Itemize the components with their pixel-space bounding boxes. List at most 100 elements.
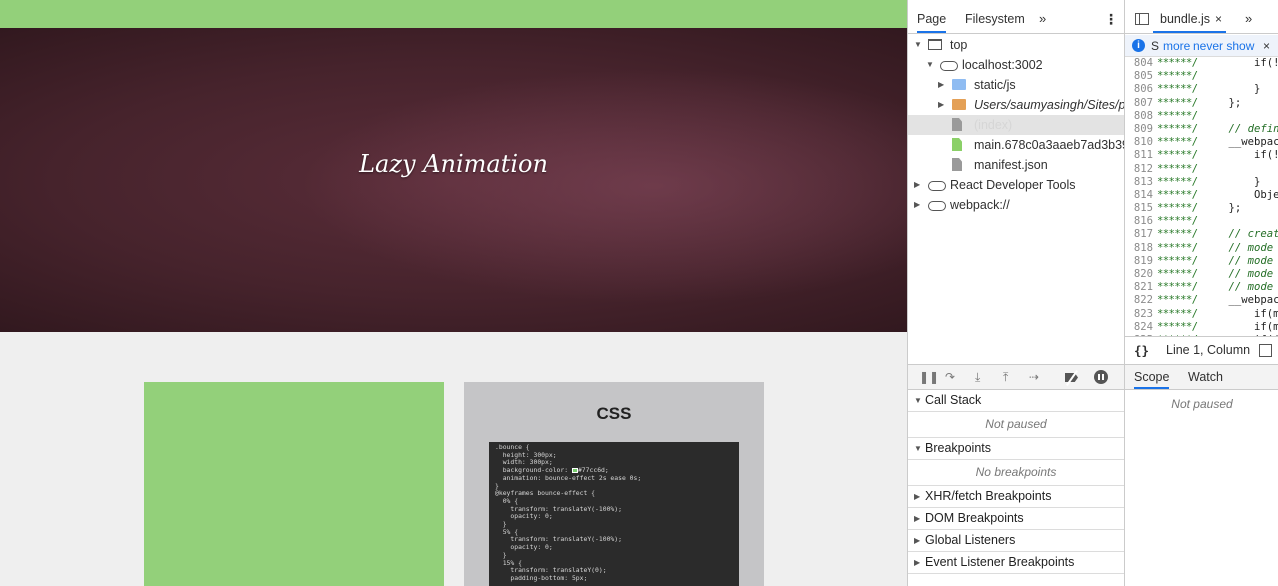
line-number[interactable]: 824 <box>1125 321 1153 334</box>
code-line[interactable]: 824 ******/ if(m <box>1125 321 1278 334</box>
step-icon[interactable]: ⇢ <box>1029 370 1039 384</box>
deactivate-breakpoints-icon[interactable] <box>1063 371 1081 384</box>
tab-page[interactable]: Page <box>917 6 947 33</box>
tab-watch[interactable]: Watch <box>1188 365 1223 389</box>
line-number[interactable]: 810 <box>1125 136 1153 149</box>
expand-right-icon[interactable]: ▶ <box>938 75 944 95</box>
line-number[interactable]: 816 <box>1125 215 1153 228</box>
tree-item[interactable]: ▼ localhost:3002 <box>908 55 1124 75</box>
code-line[interactable]: 813 ******/ } <box>1125 176 1278 189</box>
code-line[interactable]: 820 ******/ // mode <box>1125 268 1278 281</box>
infobar-more-link[interactable]: more <box>1163 35 1190 56</box>
tab-bundle-js[interactable]: bundle.js × <box>1153 6 1227 33</box>
expand-down-icon: ▼ <box>914 444 922 453</box>
line-number[interactable]: 819 <box>1125 255 1153 268</box>
code-line[interactable]: 809 ******/ // defin <box>1125 123 1278 136</box>
line-number[interactable]: 811 <box>1125 149 1153 162</box>
css-code-snippet: .bounce { height: 300px; width: 300px; b… <box>489 442 739 586</box>
code-line[interactable]: 807 ******/ }; <box>1125 97 1278 110</box>
sidebar-toggle-icon[interactable] <box>1135 13 1149 25</box>
code-line[interactable]: 804 ******/ if(! <box>1125 57 1278 70</box>
expand-down-icon[interactable]: ▼ <box>926 55 934 75</box>
pause-icon[interactable]: ❚❚ <box>919 370 939 384</box>
tree-item[interactable]: ▶ webpack:// <box>908 195 1124 215</box>
pause-on-exceptions-icon[interactable] <box>1094 370 1108 384</box>
code-line[interactable]: 812 ******/ <box>1125 163 1278 176</box>
tree-item[interactable]: main.678c0a3aaeb7ad3b394 <box>908 135 1124 155</box>
hero-title: Lazy Animation <box>359 150 548 178</box>
section-label: Global Listeners <box>925 533 1016 547</box>
code-line-prefix: ******/ <box>1157 294 1198 307</box>
line-number[interactable]: 813 <box>1125 176 1153 189</box>
expand-right-icon[interactable]: ▶ <box>914 175 920 195</box>
line-number[interactable]: 804 <box>1125 57 1153 70</box>
code-line[interactable]: 815 ******/ }; <box>1125 202 1278 215</box>
section-header[interactable]: ▶ Global Listeners <box>908 530 1124 552</box>
section-header[interactable]: ▼ Breakpoints <box>908 438 1124 460</box>
more-editor-tabs-icon[interactable]: » <box>1245 6 1252 33</box>
pretty-print-icon[interactable]: {} <box>1134 337 1149 364</box>
line-number[interactable]: 818 <box>1125 242 1153 255</box>
code-line[interactable]: 810 ******/ __webpac <box>1125 136 1278 149</box>
line-number[interactable]: 808 <box>1125 110 1153 123</box>
infobar-never-show-link[interactable]: never show <box>1193 35 1254 56</box>
code-snippet-line: padding-bottom: 5px; <box>495 573 588 582</box>
expand-right-icon[interactable]: ▶ <box>938 95 944 115</box>
section-header[interactable]: ▶ XHR/fetch Breakpoints <box>908 486 1124 508</box>
infobar-close-icon[interactable]: × <box>1263 35 1270 56</box>
tree-item[interactable]: manifest.json <box>908 155 1124 175</box>
line-number[interactable]: 814 <box>1125 189 1153 202</box>
code-line[interactable]: 818 ******/ // mode <box>1125 242 1278 255</box>
line-number[interactable]: 805 <box>1125 70 1153 83</box>
cloud-icon <box>940 61 958 71</box>
line-number[interactable]: 823 <box>1125 308 1153 321</box>
tree-item[interactable]: ▶ static/js <box>908 75 1124 95</box>
line-number[interactable]: 820 <box>1125 268 1153 281</box>
tree-item-label: React Developer Tools <box>950 178 1076 192</box>
expand-down-icon[interactable]: ▼ <box>914 35 922 55</box>
tab-scope[interactable]: Scope <box>1134 365 1170 389</box>
tree-item[interactable]: (index) <box>908 115 1124 135</box>
line-number[interactable]: 807 <box>1125 97 1153 110</box>
coverage-icon[interactable] <box>1259 344 1272 357</box>
tree-item[interactable]: ▶ React Developer Tools <box>908 175 1124 195</box>
tree-item[interactable]: ▶ Users/saumyasingh/Sites/pro <box>908 95 1124 115</box>
file-tree: ▼ top ▼ localhost:3002 ▶ static/js ▶ Users/saum… <box>908 35 1124 215</box>
code-line[interactable]: 811 ******/ if(! <box>1125 149 1278 162</box>
file-icon <box>952 118 962 131</box>
code-line[interactable]: 806 ******/ } <box>1125 83 1278 96</box>
tree-item[interactable]: ▼ top <box>908 35 1124 55</box>
step-into-icon[interactable]: ⤓ <box>975 370 980 384</box>
expand-right-icon[interactable]: ▶ <box>914 195 920 215</box>
line-number[interactable]: 812 <box>1125 163 1153 176</box>
line-number[interactable]: 815 <box>1125 202 1153 215</box>
code-line-prefix: ******/ <box>1157 268 1198 280</box>
line-number[interactable]: 809 <box>1125 123 1153 136</box>
section-header[interactable]: ▶ Event Listener Breakpoints <box>908 552 1124 574</box>
kebab-menu-icon[interactable]: ⋮ <box>1104 6 1118 33</box>
code-line[interactable]: 822 ******/ __webpac <box>1125 294 1278 307</box>
code-line[interactable]: 805 ******/ <box>1125 70 1278 83</box>
step-over-icon[interactable]: ↷ <box>945 370 955 384</box>
code-line[interactable]: 808 ******/ <box>1125 110 1278 123</box>
close-icon[interactable]: × <box>1215 12 1222 26</box>
line-number[interactable]: 821 <box>1125 281 1153 294</box>
line-number[interactable]: 806 <box>1125 83 1153 96</box>
section-header[interactable]: ▶ DOM Breakpoints <box>908 508 1124 530</box>
code-line[interactable]: 816 ******/ <box>1125 215 1278 228</box>
code-line-prefix: ******/ <box>1157 202 1198 215</box>
code-line[interactable]: 817 ******/ // creat <box>1125 228 1278 241</box>
more-tabs-icon[interactable]: » <box>1039 6 1046 33</box>
code-line[interactable]: 823 ******/ if(m <box>1125 308 1278 321</box>
step-out-icon[interactable]: ⤒ <box>1003 370 1008 384</box>
tab-filesystem[interactable]: Filesystem <box>965 6 1025 33</box>
code-line[interactable]: 819 ******/ // mode <box>1125 255 1278 268</box>
tree-item-label: manifest.json <box>974 158 1048 172</box>
code-line[interactable]: 814 ******/ Obje <box>1125 189 1278 202</box>
code-editor[interactable]: 804 ******/ if(! 805 ******/806 ******/ } 807… <box>1125 57 1278 336</box>
section-header[interactable]: ▼ Call Stack <box>908 390 1124 412</box>
line-number[interactable]: 817 <box>1125 228 1153 241</box>
code-line[interactable]: 821 ******/ // mode <box>1125 281 1278 294</box>
line-number[interactable]: 822 <box>1125 294 1153 307</box>
frame-icon <box>928 39 942 50</box>
